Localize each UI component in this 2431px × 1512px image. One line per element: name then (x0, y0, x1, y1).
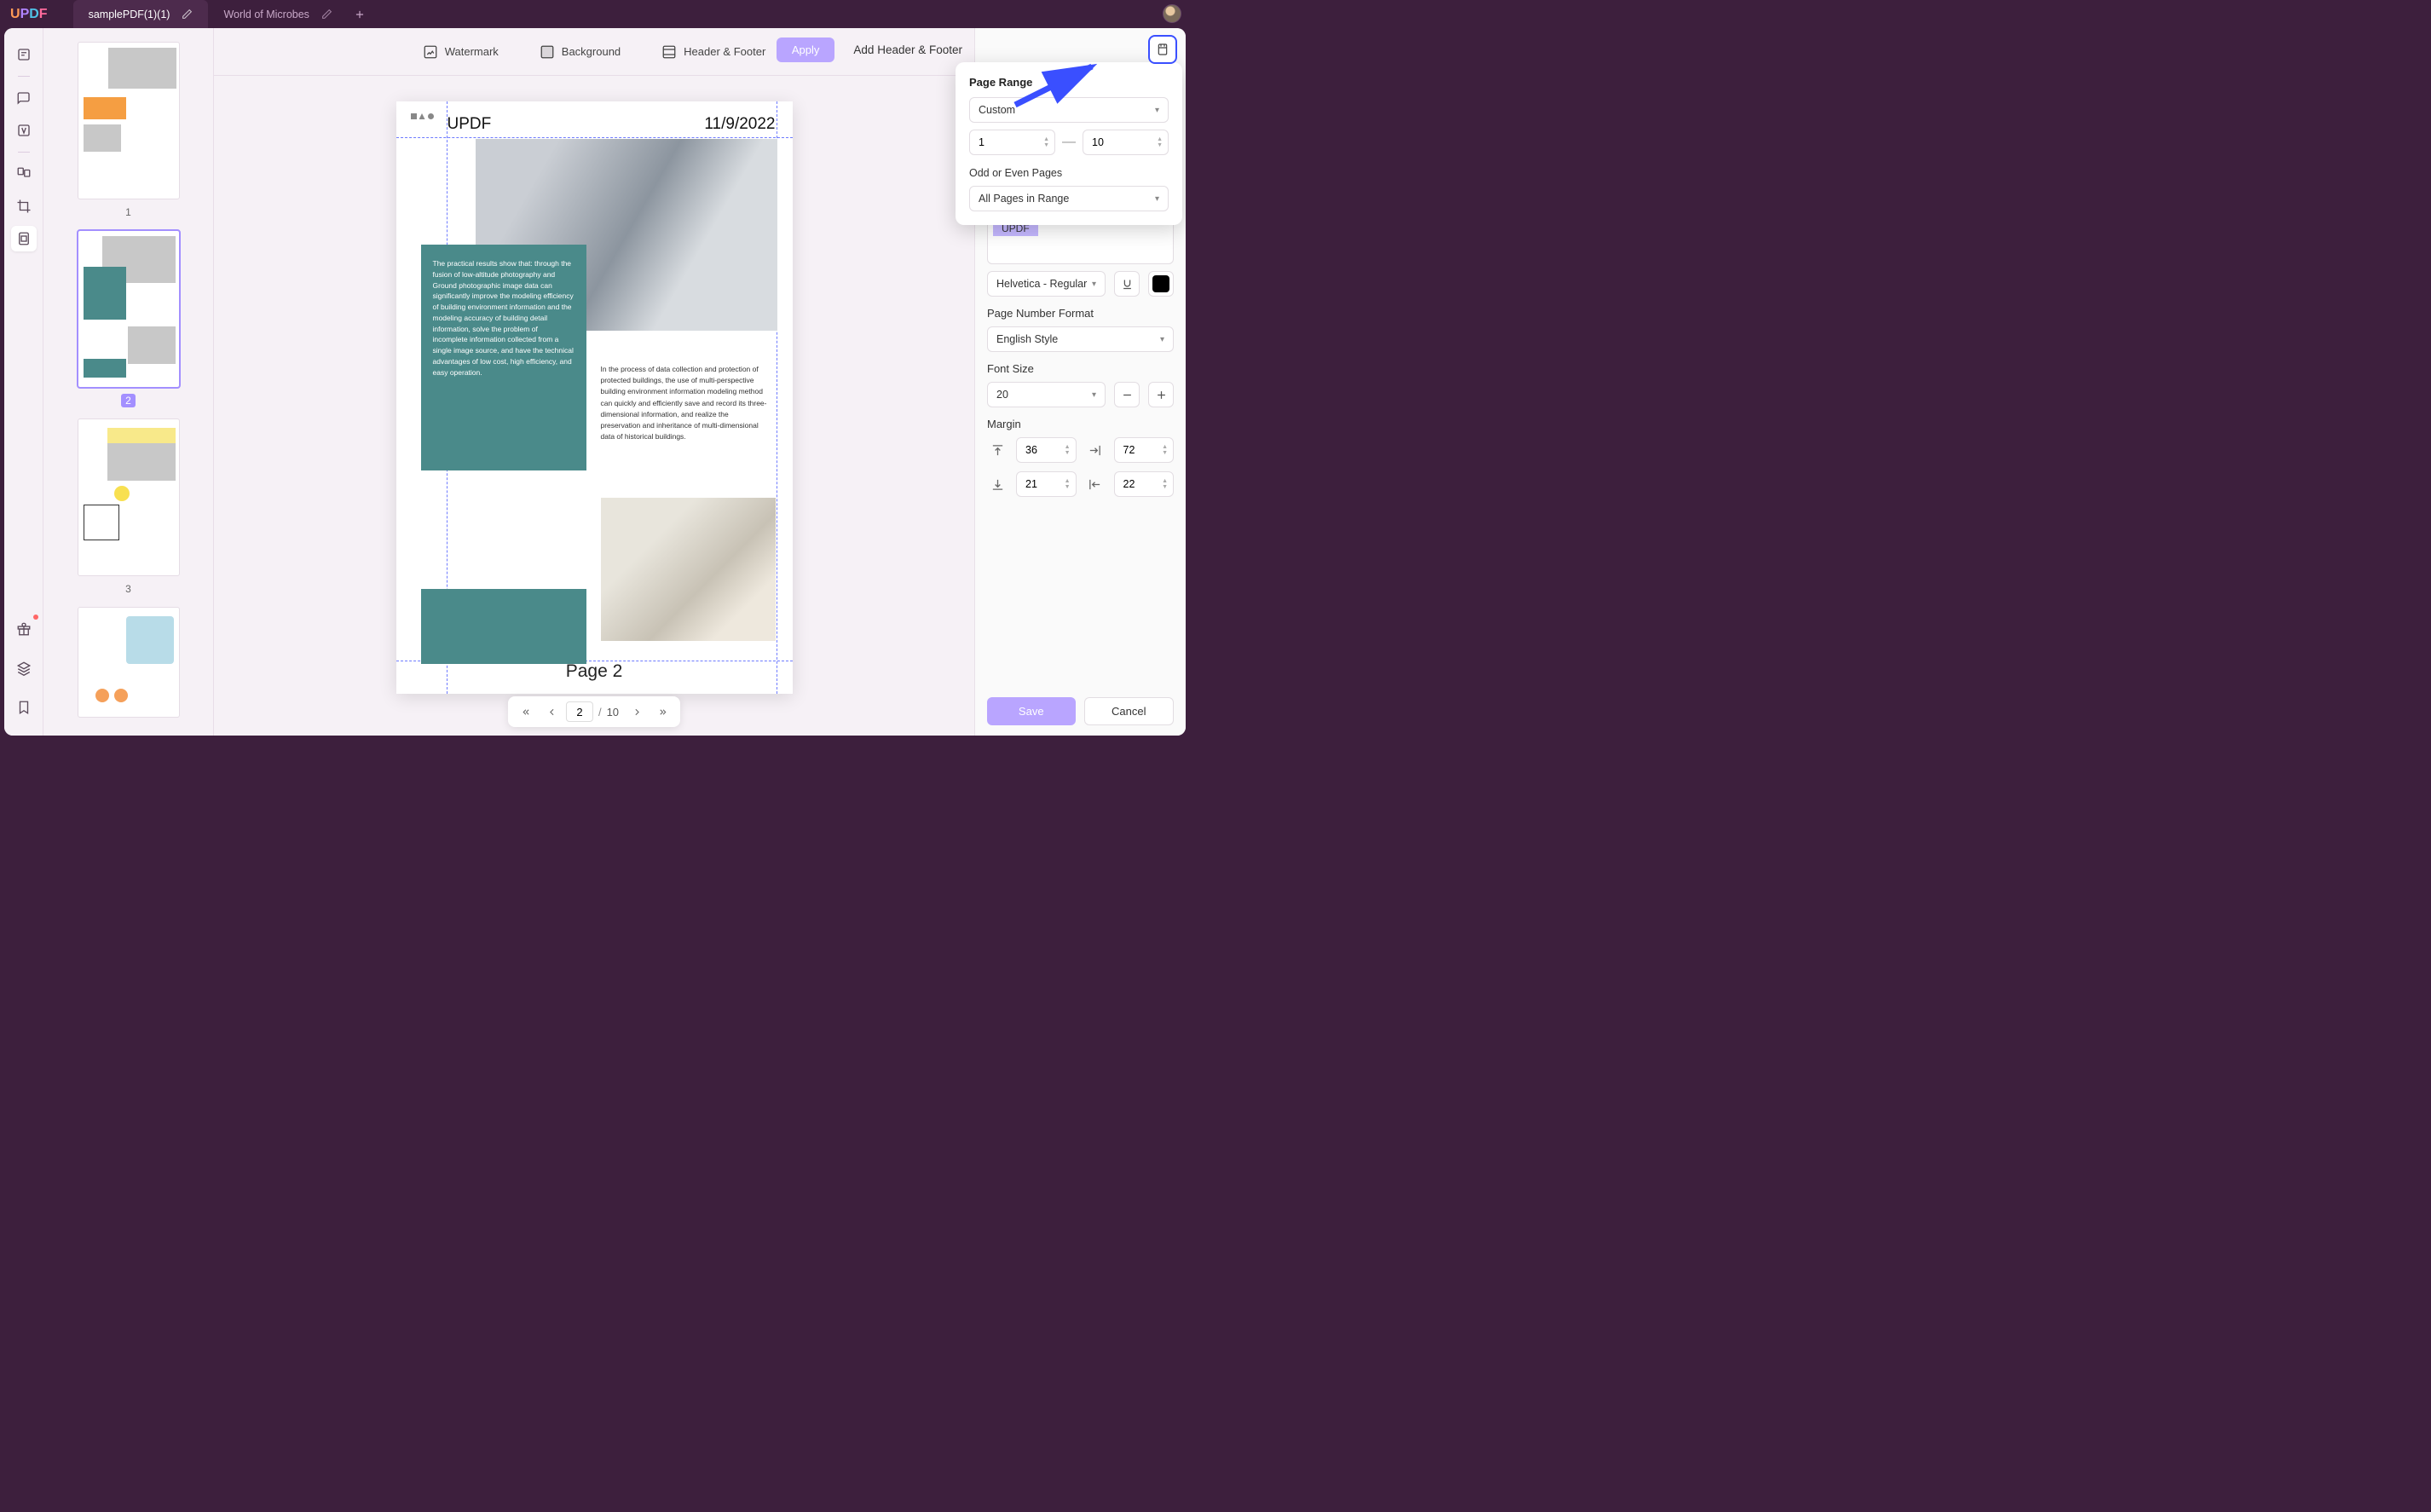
thumbnail-4[interactable] (78, 607, 180, 718)
apply-row: Apply Add Header & Footer (777, 38, 962, 62)
thumbnail-label: 2 (121, 394, 136, 407)
margin-label: Margin (987, 418, 1174, 430)
pager-total: 10 (607, 706, 619, 718)
page-teal-box-2 (421, 589, 586, 664)
popover-title: Page Range (969, 76, 1169, 89)
header-left-text: UPDF (448, 115, 492, 134)
page-navigator: / 10 (508, 696, 680, 727)
header-footer-icon (661, 44, 677, 60)
font-size-increase-button[interactable] (1148, 382, 1174, 407)
font-color-button[interactable] (1148, 271, 1174, 297)
rail-comment-icon[interactable] (11, 85, 37, 111)
margin-top-icon (987, 443, 1008, 458)
chevron-down-icon: ▾ (1155, 106, 1159, 115)
page-range-from-input[interactable]: ▲▼ (969, 130, 1055, 155)
chevron-down-icon: ▾ (1160, 335, 1164, 344)
margin-top-input[interactable]: ▲▼ (1016, 437, 1077, 463)
pager-separator: / (598, 706, 602, 718)
page-preview-viewport[interactable]: UPDF 11/9/2022 The practical results sho… (214, 76, 974, 736)
edit-icon (321, 9, 332, 20)
rail-bookmark-icon[interactable] (11, 695, 37, 720)
pnf-label: Page Number Format (987, 307, 1174, 320)
thumbnail-1[interactable] (78, 42, 180, 199)
color-swatch (1152, 275, 1169, 292)
left-rail (4, 28, 43, 736)
thumbnail-label: 1 (125, 206, 131, 218)
margin-left-input[interactable]: ▲▼ (1114, 471, 1175, 497)
new-tab-button[interactable] (348, 0, 372, 28)
save-button[interactable]: Save (987, 697, 1076, 725)
chevron-down-icon: ▾ (1092, 280, 1096, 289)
page-shapes (411, 113, 434, 119)
background-icon (540, 44, 555, 60)
canvas-area: Watermark Background Header & Footer UPD… (214, 28, 974, 736)
pager-prev-button[interactable] (540, 701, 563, 723)
tab-inactive[interactable]: World of Microbes (208, 0, 348, 28)
page-teal-box: The practical results show that: through… (421, 245, 586, 470)
rail-edit-icon[interactable] (11, 118, 37, 143)
tab-label: samplePDF(1)(1) (89, 9, 170, 20)
thumbnails-panel[interactable]: 1 2 3 (43, 28, 214, 736)
add-header-footer-label: Add Header & Footer (853, 43, 962, 56)
tool-watermark[interactable]: Watermark (423, 44, 499, 60)
odd-even-label: Odd or Even Pages (969, 167, 1169, 179)
thumbnail-3[interactable] (78, 418, 180, 576)
page-range-to-input[interactable]: ▲▼ (1083, 130, 1169, 155)
edit-icon (182, 9, 193, 20)
tabs: samplePDF(1)(1) World of Microbes (73, 0, 372, 28)
page-image-bottom (601, 498, 776, 641)
underline-button[interactable] (1114, 271, 1140, 297)
tool-header-footer[interactable]: Header & Footer (661, 44, 765, 60)
app-logo: UPDF (10, 7, 48, 22)
thumbnail-label: 3 (125, 583, 131, 595)
watermark-icon (423, 44, 438, 60)
odd-even-select[interactable]: All Pages in Range▾ (969, 186, 1169, 211)
titlebar: UPDF samplePDF(1)(1) World of Microbes (0, 0, 1190, 28)
margin-bottom-input[interactable]: ▲▼ (1016, 471, 1077, 497)
margin-bottom-icon (987, 477, 1008, 492)
page-range-button[interactable] (1148, 35, 1177, 64)
footer-text: Page 2 (396, 661, 793, 682)
margin-left-icon (1085, 477, 1106, 492)
user-avatar[interactable] (1163, 4, 1181, 23)
tool-background[interactable]: Background (540, 44, 621, 60)
cancel-button[interactable]: Cancel (1084, 697, 1175, 725)
font-size-select[interactable]: 20▾ (987, 382, 1106, 407)
page-body-text: In the process of data collection and pr… (601, 364, 770, 442)
rail-page-tools-icon[interactable] (11, 226, 37, 251)
page-preview: UPDF 11/9/2022 The practical results sho… (396, 101, 793, 694)
rail-crop-icon[interactable] (11, 193, 37, 219)
rail-layers-icon[interactable] (11, 655, 37, 681)
font-select[interactable]: Helvetica - Regular▾ (987, 271, 1106, 297)
thumbnail-2[interactable] (78, 230, 180, 388)
rail-gift-icon[interactable] (11, 616, 37, 642)
pager-last-button[interactable] (651, 701, 673, 723)
pager-current-input[interactable] (566, 701, 593, 722)
rail-organize-icon[interactable] (11, 161, 37, 187)
page-number-format-select[interactable]: English Style▾ (987, 326, 1174, 352)
margin-right-icon (1085, 443, 1106, 458)
chevron-down-icon: ▾ (1155, 194, 1159, 204)
pager-first-button[interactable] (515, 701, 537, 723)
tab-active[interactable]: samplePDF(1)(1) (73, 0, 209, 28)
font-size-label: Font Size (987, 362, 1174, 375)
page-range-popover: Page Range Custom▾ ▲▼ — ▲▼ Odd or Even P… (956, 62, 1182, 225)
font-size-decrease-button[interactable] (1114, 382, 1140, 407)
header-right-text: 11/9/2022 (704, 115, 775, 134)
rail-reader-icon[interactable] (11, 42, 37, 67)
page-range-icon (1156, 43, 1169, 56)
tab-label: World of Microbes (223, 9, 309, 20)
range-dash: — (1062, 135, 1076, 150)
properties-panel: Page Range Custom▾ ▲▼ — ▲▼ Odd or Even P… (974, 28, 1186, 736)
margin-right-input[interactable]: ▲▼ (1114, 437, 1175, 463)
apply-button[interactable]: Apply (777, 38, 835, 62)
page-range-mode-select[interactable]: Custom▾ (969, 97, 1169, 123)
workspace: 1 2 3 (4, 28, 1186, 736)
plus-icon (354, 9, 366, 20)
pager-next-button[interactable] (626, 701, 648, 723)
chevron-down-icon: ▾ (1092, 390, 1096, 400)
